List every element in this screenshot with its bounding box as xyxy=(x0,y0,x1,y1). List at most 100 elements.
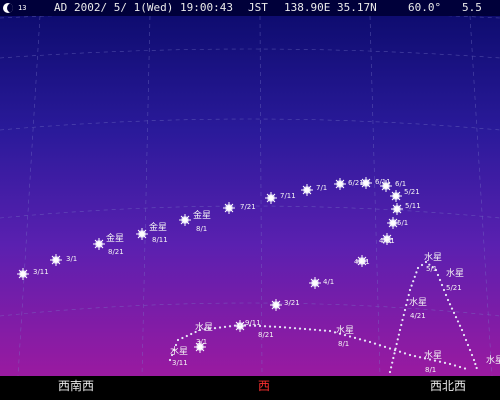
mercury-path-dot xyxy=(412,280,415,283)
mercury-label: 水星 xyxy=(336,324,354,336)
mercury-label: 水星 xyxy=(195,321,213,333)
mercury-path-dot xyxy=(397,333,400,336)
mercury-path-dot xyxy=(298,327,302,330)
mercury-path-dot xyxy=(308,328,312,331)
mercury-path-dot xyxy=(303,327,307,331)
direction-west[interactable]: 西 xyxy=(258,377,270,394)
mercury-path-dot xyxy=(268,325,272,328)
mercury-path-dot xyxy=(358,338,362,341)
date-label: 3/11 xyxy=(33,268,49,276)
date-label: 4/1 xyxy=(323,278,334,286)
mercury-path-dot xyxy=(393,352,396,355)
date: 2002/ 5/ 1(Wed) xyxy=(74,1,174,14)
date-label: 5/11 xyxy=(405,202,421,210)
date-label: 5/1 xyxy=(426,265,437,273)
mercury-path-dot xyxy=(273,325,277,328)
mercury-path-dot xyxy=(288,326,292,329)
mercury-path-dot xyxy=(391,361,394,364)
mercury-path-dot xyxy=(218,326,222,329)
sky-map[interactable]: 3/11 3/1 金星 8/21 金星 8/11 金星 8/1 7/21 7/1… xyxy=(0,0,500,400)
moon-age: 13 xyxy=(18,4,27,12)
mercury-path-dot xyxy=(388,347,392,350)
date-label: 7/11 xyxy=(280,192,296,200)
mercury-path-dot xyxy=(420,263,424,267)
status-bar: 13 AD 2002/ 5/ 1(Wed) 19:00:43 JST 138.9… xyxy=(0,0,500,16)
date-label: 3/21 xyxy=(284,299,300,307)
mercury-path-dot xyxy=(454,316,458,319)
venus-label: 金星 xyxy=(149,221,167,233)
mercury-path-dot xyxy=(418,356,422,359)
mercury-path-dot xyxy=(395,342,398,346)
mercury-path-dot xyxy=(450,307,454,310)
mercury-path-dot xyxy=(318,329,322,332)
mercury-label: 水星 xyxy=(446,267,464,279)
mercury-path-dot xyxy=(444,293,448,297)
date-label: 4/21 xyxy=(410,312,426,320)
venus-label: 金星 xyxy=(106,232,124,244)
mercury-path-dot xyxy=(416,266,420,270)
mercury-path-dot xyxy=(213,327,217,330)
direction-west-northwest[interactable]: 西北西 xyxy=(430,377,466,394)
mercury-path-dot xyxy=(263,325,267,328)
limit-magnitude: 5.5 xyxy=(462,1,482,14)
mercury-path-dot xyxy=(463,367,467,370)
mercury-path-dot xyxy=(176,338,180,342)
mercury-label: 水星 xyxy=(424,349,442,361)
mercury-path-dot xyxy=(442,288,446,292)
date-label: 8/21 xyxy=(108,248,124,256)
mercury-path-dot xyxy=(238,323,242,327)
mercury-path-dot xyxy=(402,313,405,317)
mercury-path-dot xyxy=(181,336,184,340)
mercury-path-dot xyxy=(390,366,393,369)
mercury-path-dot xyxy=(405,303,408,307)
mercury-path-dot xyxy=(408,288,412,292)
mercury-path-dot xyxy=(398,328,402,332)
mercury-path-dot xyxy=(368,340,372,344)
mercury-path-dot xyxy=(223,325,227,328)
mercury-path-dot xyxy=(475,366,478,370)
mercury-path-dot xyxy=(383,345,387,348)
mercury-path-dot xyxy=(293,327,297,330)
mercury-label: 水星 xyxy=(424,251,442,263)
timezone: JST xyxy=(248,1,268,14)
mercury-path-dot xyxy=(436,273,440,277)
mercury-path-dot xyxy=(415,271,418,274)
mercury-path-dot xyxy=(185,334,188,338)
mercury-path-dot xyxy=(466,343,470,347)
mercury-path-dot xyxy=(470,353,474,357)
era: AD xyxy=(54,1,68,14)
mercury-path-dot xyxy=(410,284,413,287)
mercury-path-dot xyxy=(396,338,399,341)
date-label: 6/1 xyxy=(395,180,406,188)
date-label: 4/11 xyxy=(354,258,370,266)
mercury-path-dot xyxy=(323,329,327,332)
mercury-path-dot xyxy=(452,311,456,314)
date-label: 3/1 xyxy=(196,338,207,346)
date-label: 5/1 xyxy=(397,219,408,227)
date-label: 4/21 xyxy=(379,237,395,245)
mercury-path-dot xyxy=(373,342,377,345)
mercury-path-dot xyxy=(401,318,404,322)
mercury-path-dot xyxy=(283,326,287,329)
mercury-path-dot xyxy=(440,283,444,287)
field-of-view: 60.0° xyxy=(408,1,442,14)
mercury-path-dot xyxy=(378,344,382,347)
date-label: 3/11 xyxy=(172,359,188,367)
direction-west-southwest[interactable]: 西南西 xyxy=(58,377,94,394)
mercury-path-dot xyxy=(474,362,477,366)
mercury-path-dot xyxy=(394,347,397,350)
mercury-path-dot xyxy=(190,332,193,336)
mercury-path-dot xyxy=(453,364,457,367)
date-label: 6/21 xyxy=(348,179,364,187)
date-label: 8/21 xyxy=(258,331,274,339)
date-label: 3/1 xyxy=(66,255,77,263)
mercury-path-dot xyxy=(472,358,476,362)
mercury-label: 水星 xyxy=(486,354,500,366)
date-label: 8/1 xyxy=(338,340,349,348)
date-label: 7/1 xyxy=(316,184,327,192)
mercury-path-dot xyxy=(392,356,395,360)
mercury-path-dot xyxy=(462,333,466,337)
date-label: 6/11 xyxy=(375,178,391,186)
mercury-path-dot xyxy=(438,278,442,282)
mercury-path-dot xyxy=(456,320,460,323)
